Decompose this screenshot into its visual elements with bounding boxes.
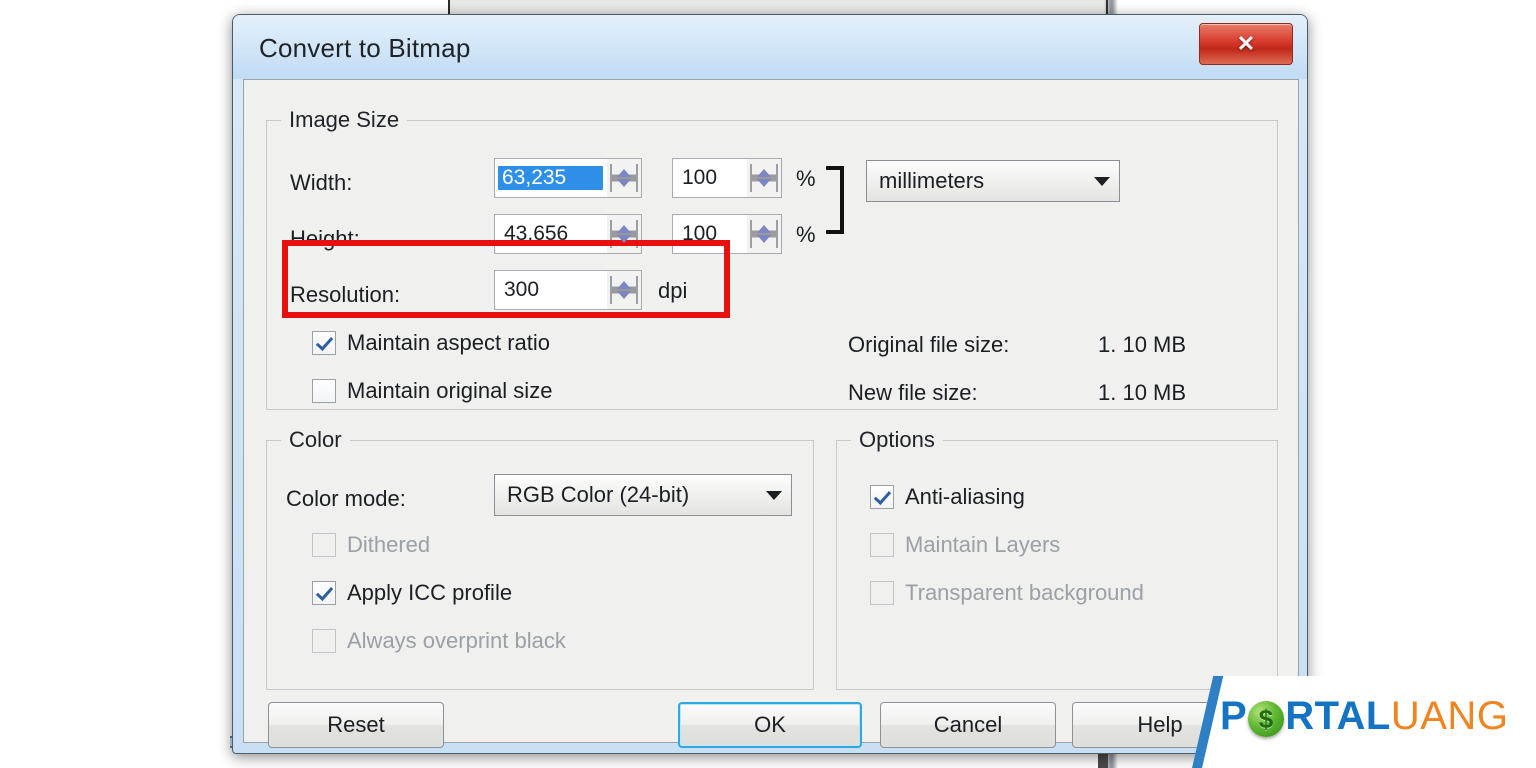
always-overprint-black-checkbox: Always overprint black [312,628,566,654]
stepper-up-icon[interactable] [617,281,631,289]
reset-button-label: Reset [327,712,385,737]
stepper-down-icon[interactable] [617,179,631,187]
new-file-size-label: New file size: [848,380,978,405]
original-file-size-label: Original file size: [848,332,1010,357]
width-stepper[interactable] [607,159,641,197]
width-value[interactable]: 63,235 [498,166,603,190]
dialog-titlebar[interactable]: Convert to Bitmap ✕ [233,15,1307,79]
checkbox-icon[interactable] [312,581,336,605]
color-mode-label: Color mode: [286,486,406,511]
dialog-client-area: Image Size Width: 63,235 100 % Height: 4… [243,79,1299,748]
height-input[interactable]: 43,656 [494,214,642,254]
height-percent-symbol: % [796,222,816,247]
watermark-portal-rest: RTAL [1285,694,1391,738]
watermark-text: P $ RTAL UANG [1220,694,1508,739]
anti-aliasing-checkbox[interactable]: Anti-aliasing [870,484,1025,510]
color-mode-dropdown[interactable]: RGB Color (24-bit) [494,474,792,516]
options-group-title: Options [851,427,943,453]
image-size-group-title: Image Size [281,107,408,133]
ok-button[interactable]: OK [678,702,862,748]
new-file-size-value: 1. 10 MB [1098,380,1187,405]
maintain-layers-label: Maintain Layers [905,532,1061,557]
options-group: Options [836,427,1278,690]
checkbox-icon[interactable] [312,331,336,355]
resolution-label: Resolution: [290,282,401,307]
dithered-checkbox: Dithered [312,532,430,558]
stepper-down-icon[interactable] [757,235,771,243]
cancel-button-label: Cancel [933,712,1003,737]
chevron-down-icon[interactable] [1085,176,1119,186]
maintain-original-size-checkbox[interactable]: Maintain original size [312,378,552,404]
close-button[interactable]: ✕ [1199,23,1293,65]
maintain-layers-checkbox: Maintain Layers [870,532,1060,558]
always-overprint-black-label: Always overprint black [347,628,566,653]
checkbox-icon[interactable] [870,485,894,509]
checkbox-icon[interactable] [312,379,336,403]
watermark-letter-p: P [1220,694,1248,738]
width-percent-input[interactable]: 100 [672,158,782,198]
money-coin-icon: $ [1248,700,1285,737]
units-dropdown[interactable]: millimeters [866,160,1120,202]
apply-icc-profile-checkbox[interactable]: Apply ICC profile [312,580,512,606]
close-icon: ✕ [1236,31,1256,56]
dithered-label: Dithered [347,532,431,557]
reset-button[interactable]: Reset [268,702,444,748]
resolution-input[interactable]: 300 [494,270,642,310]
height-percent-input[interactable]: 100 [672,214,782,254]
checkbox-icon [312,629,336,653]
original-file-size-value: 1. 10 MB [1098,332,1187,357]
height-stepper[interactable] [607,215,641,253]
height-percent-stepper[interactable] [747,215,781,253]
resolution-stepper[interactable] [607,271,641,309]
screenshot-stage: Convert to Bitmap ✕ Image Size Width: 63… [0,0,1536,768]
checkbox-icon [870,581,894,605]
stepper-down-icon[interactable] [617,291,631,299]
ok-button-label: OK [754,712,786,737]
apply-icc-profile-label: Apply ICC profile [347,580,513,605]
height-value[interactable]: 43,656 [495,222,607,246]
stepper-up-icon[interactable] [617,169,631,177]
width-label: Width: [290,170,353,195]
watermark-uang: UANG [1390,694,1509,738]
transparent-background-checkbox: Transparent background [870,580,1144,606]
dollar-sign-glyph: $ [1258,703,1274,734]
width-percent-value[interactable]: 100 [673,166,747,190]
maintain-aspect-ratio-label: Maintain aspect ratio [347,330,550,355]
stepper-up-icon[interactable] [617,225,631,233]
convert-to-bitmap-dialog: Convert to Bitmap ✕ Image Size Width: 63… [232,14,1308,754]
height-percent-value[interactable]: 100 [673,222,747,246]
anti-aliasing-label: Anti-aliasing [905,484,1025,509]
checkbox-icon [870,533,894,557]
stepper-up-icon[interactable] [757,225,771,233]
resolution-unit-label: dpi [658,278,688,303]
units-selected-value: millimeters [879,168,985,193]
stepper-down-icon[interactable] [757,179,771,187]
transparent-background-label: Transparent background [905,580,1144,605]
maintain-original-size-label: Maintain original size [347,378,553,403]
color-mode-selected-value: RGB Color (24-bit) [507,482,690,507]
width-percent-stepper[interactable] [747,159,781,197]
stepper-up-icon[interactable] [757,169,771,177]
dialog-title: Convert to Bitmap [259,33,471,63]
checkbox-icon [312,533,336,557]
color-group-title: Color [281,427,350,453]
stepper-down-icon[interactable] [617,235,631,243]
resolution-value[interactable]: 300 [495,278,607,302]
width-percent-symbol: % [796,166,816,191]
maintain-aspect-ratio-checkbox[interactable]: Maintain aspect ratio [312,330,550,356]
cancel-button[interactable]: Cancel [880,702,1056,748]
height-label: Height: [290,226,360,251]
chevron-down-icon[interactable] [757,490,791,500]
link-bracket-icon [826,166,844,234]
width-input[interactable]: 63,235 [494,158,642,198]
portaluang-watermark: P $ RTAL UANG [1174,666,1536,768]
